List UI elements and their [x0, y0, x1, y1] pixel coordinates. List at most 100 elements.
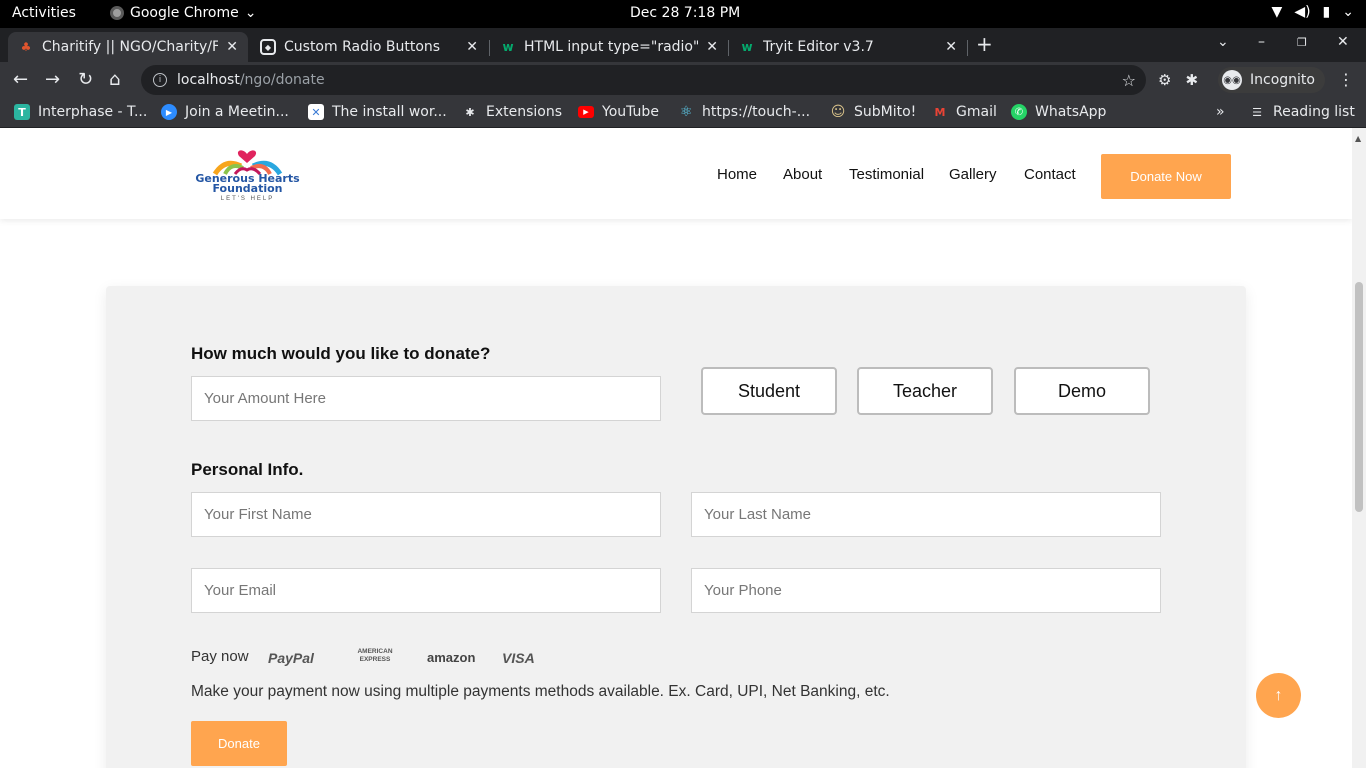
bookmark-gmail[interactable]: M Gmail: [932, 104, 997, 120]
site-logo[interactable]: Generous Hearts Foundation LET'S HELP: [185, 146, 310, 208]
tab-charitify[interactable]: ♣ Charitify || NGO/Charity/F ✕: [8, 32, 248, 62]
back-arrow-icon[interactable]: ←: [13, 69, 28, 90]
bookmark-label: Extensions: [486, 104, 563, 120]
info-icon[interactable]: i: [153, 73, 167, 87]
amazon-logo: amazon: [427, 650, 476, 665]
close-icon[interactable]: ✕: [226, 39, 238, 55]
more-bookmarks-icon[interactable]: »: [1216, 104, 1225, 120]
site-header: Generous Hearts Foundation LET'S HELP Ho…: [0, 128, 1352, 219]
chevron-down-icon: ⌄: [244, 5, 257, 21]
kebab-menu-icon[interactable]: ⋮: [1338, 70, 1354, 89]
amount-input[interactable]: [191, 376, 661, 421]
option-student-button[interactable]: Student: [701, 367, 837, 415]
donate-button[interactable]: Donate: [191, 721, 287, 766]
scroll-to-top-button[interactable]: ↑: [1256, 673, 1301, 718]
puzzle-icon[interactable]: ✱: [1185, 71, 1198, 89]
extension-icons: ⚙ ✱: [1158, 71, 1198, 89]
home-icon[interactable]: ⌂: [109, 69, 120, 90]
close-icon[interactable]: ✕: [466, 39, 478, 55]
tab-strip: ♣ Charitify || NGO/Charity/F ✕ ◆ Custom …: [0, 28, 1366, 62]
zoom-icon: ▶: [161, 104, 177, 120]
forward-arrow-icon[interactable]: →: [45, 69, 60, 90]
tab-title: Charitify || NGO/Charity/F: [42, 39, 219, 55]
nav-about[interactable]: About: [783, 166, 822, 183]
minimize-button[interactable]: –: [1258, 34, 1265, 50]
interphase-icon: T: [14, 104, 30, 120]
bookmark-submito[interactable]: ☺ SubMito!: [830, 104, 917, 120]
codepen-favicon-icon: ◆: [260, 39, 276, 55]
battery-icon: ▮: [1322, 4, 1331, 20]
wifi-icon: ▼: [1271, 4, 1283, 20]
close-icon[interactable]: ✕: [945, 39, 957, 55]
react-icon: ⚛: [679, 104, 693, 120]
bookmark-extensions[interactable]: ✱ Extensions: [462, 104, 562, 120]
bookmarks-bar: T Interphase - T... ▶ Join a Meetin... ✕…: [0, 98, 1366, 128]
system-tray[interactable]: ▼ ◀) ▮ ⌄: [1272, 4, 1354, 20]
tab-title: HTML input type="radio": [524, 39, 699, 55]
reload-icon[interactable]: ↻: [78, 69, 93, 90]
logo-name: Generous Hearts Foundation: [185, 173, 310, 194]
maximize-button[interactable]: ❐: [1297, 36, 1307, 49]
close-icon[interactable]: ✕: [706, 39, 718, 55]
tab-tryit-editor[interactable]: w Tryit Editor v3.7 ✕: [729, 32, 967, 62]
tab-html-radio[interactable]: w HTML input type="radio" ✕: [490, 32, 728, 62]
email-input[interactable]: [191, 568, 661, 613]
bookmark-youtube[interactable]: ▶ YouTube: [578, 104, 659, 120]
first-name-input[interactable]: [191, 492, 661, 537]
close-window-button[interactable]: ✕: [1337, 34, 1349, 50]
option-demo-button[interactable]: Demo: [1014, 367, 1150, 415]
donate-now-button[interactable]: Donate Now: [1101, 154, 1231, 199]
paypal-logo: PayPal: [268, 650, 314, 666]
chevron-down-icon: ⌄: [1342, 4, 1354, 20]
page-viewport: Generous Hearts Foundation LET'S HELP Ho…: [0, 128, 1352, 768]
incognito-badge[interactable]: ◉◉ Incognito: [1218, 67, 1325, 93]
extension-icon[interactable]: ⚙: [1158, 71, 1171, 89]
install-icon: ✕: [308, 104, 324, 120]
last-name-input[interactable]: [691, 492, 1161, 537]
tab-search-icon[interactable]: ⌄: [1217, 34, 1229, 50]
payment-description: Make your payment now using multiple pay…: [191, 683, 890, 700]
scrollbar-thumb[interactable]: [1355, 282, 1363, 512]
bookmark-touch[interactable]: ⚛ https://touch-...: [678, 104, 810, 120]
tab-custom-radio[interactable]: ◆ Custom Radio Buttons ✕: [250, 32, 488, 62]
nav-gallery[interactable]: Gallery: [949, 166, 997, 183]
puzzle-icon: ✱: [465, 105, 475, 119]
bookmark-interphase[interactable]: T Interphase - T...: [14, 104, 147, 120]
incognito-icon: ◉◉: [1222, 70, 1242, 90]
whatsapp-icon: ✆: [1011, 104, 1027, 120]
scroll-up-arrow-icon[interactable]: ▲: [1355, 134, 1361, 143]
bookmark-label: Interphase - T...: [38, 104, 148, 120]
amount-heading: How much would you like to donate?: [191, 344, 491, 363]
chrome-icon: [110, 6, 124, 20]
reading-list-label: Reading list: [1273, 104, 1355, 120]
bookmark-zoom[interactable]: ▶ Join a Meetin...: [161, 104, 289, 120]
bookmark-install[interactable]: ✕ The install wor...: [308, 104, 447, 120]
address-bar[interactable]: i localhost/ngo/donate ☆: [141, 65, 1146, 95]
bookmark-label: Gmail: [956, 104, 997, 120]
w3schools-favicon-icon: w: [502, 40, 514, 54]
new-tab-button[interactable]: +: [976, 32, 993, 56]
amex-logo: AMERICAN EXPRESS: [357, 648, 393, 663]
nav-contact[interactable]: Contact: [1024, 166, 1076, 183]
browser-toolbar: ← → ↻ ⌂ i localhost/ngo/donate ☆ ⚙ ✱ ◉◉ …: [0, 62, 1366, 98]
option-teacher-button[interactable]: Teacher: [857, 367, 993, 415]
nav-home[interactable]: Home: [717, 166, 757, 183]
nav-testimonial[interactable]: Testimonial: [849, 166, 924, 183]
app-menu[interactable]: Google Chrome ⌄: [110, 5, 256, 21]
tab-divider: [967, 40, 968, 56]
reading-list-icon: ☰: [1252, 105, 1262, 119]
url-path: /ngo/donate: [239, 72, 325, 88]
gmail-icon: M: [934, 105, 946, 119]
page-scrollbar[interactable]: ▲: [1352, 128, 1366, 768]
bookmark-label: https://touch-...: [702, 104, 811, 120]
bookmark-label: YouTube: [602, 104, 659, 120]
reading-list-button[interactable]: ☰ Reading list: [1249, 104, 1355, 120]
system-top-bar: Activities Google Chrome ⌄ Dec 28 7:18 P…: [0, 0, 1366, 28]
bookmark-whatsapp[interactable]: ✆ WhatsApp: [1011, 104, 1106, 120]
phone-input[interactable]: [691, 568, 1161, 613]
bookmark-star-icon[interactable]: ☆: [1122, 71, 1136, 90]
bookmark-label: The install wor...: [332, 104, 447, 120]
activities-button[interactable]: Activities: [12, 5, 76, 21]
clock[interactable]: Dec 28 7:18 PM: [630, 5, 740, 21]
bookmark-label: WhatsApp: [1035, 104, 1107, 120]
